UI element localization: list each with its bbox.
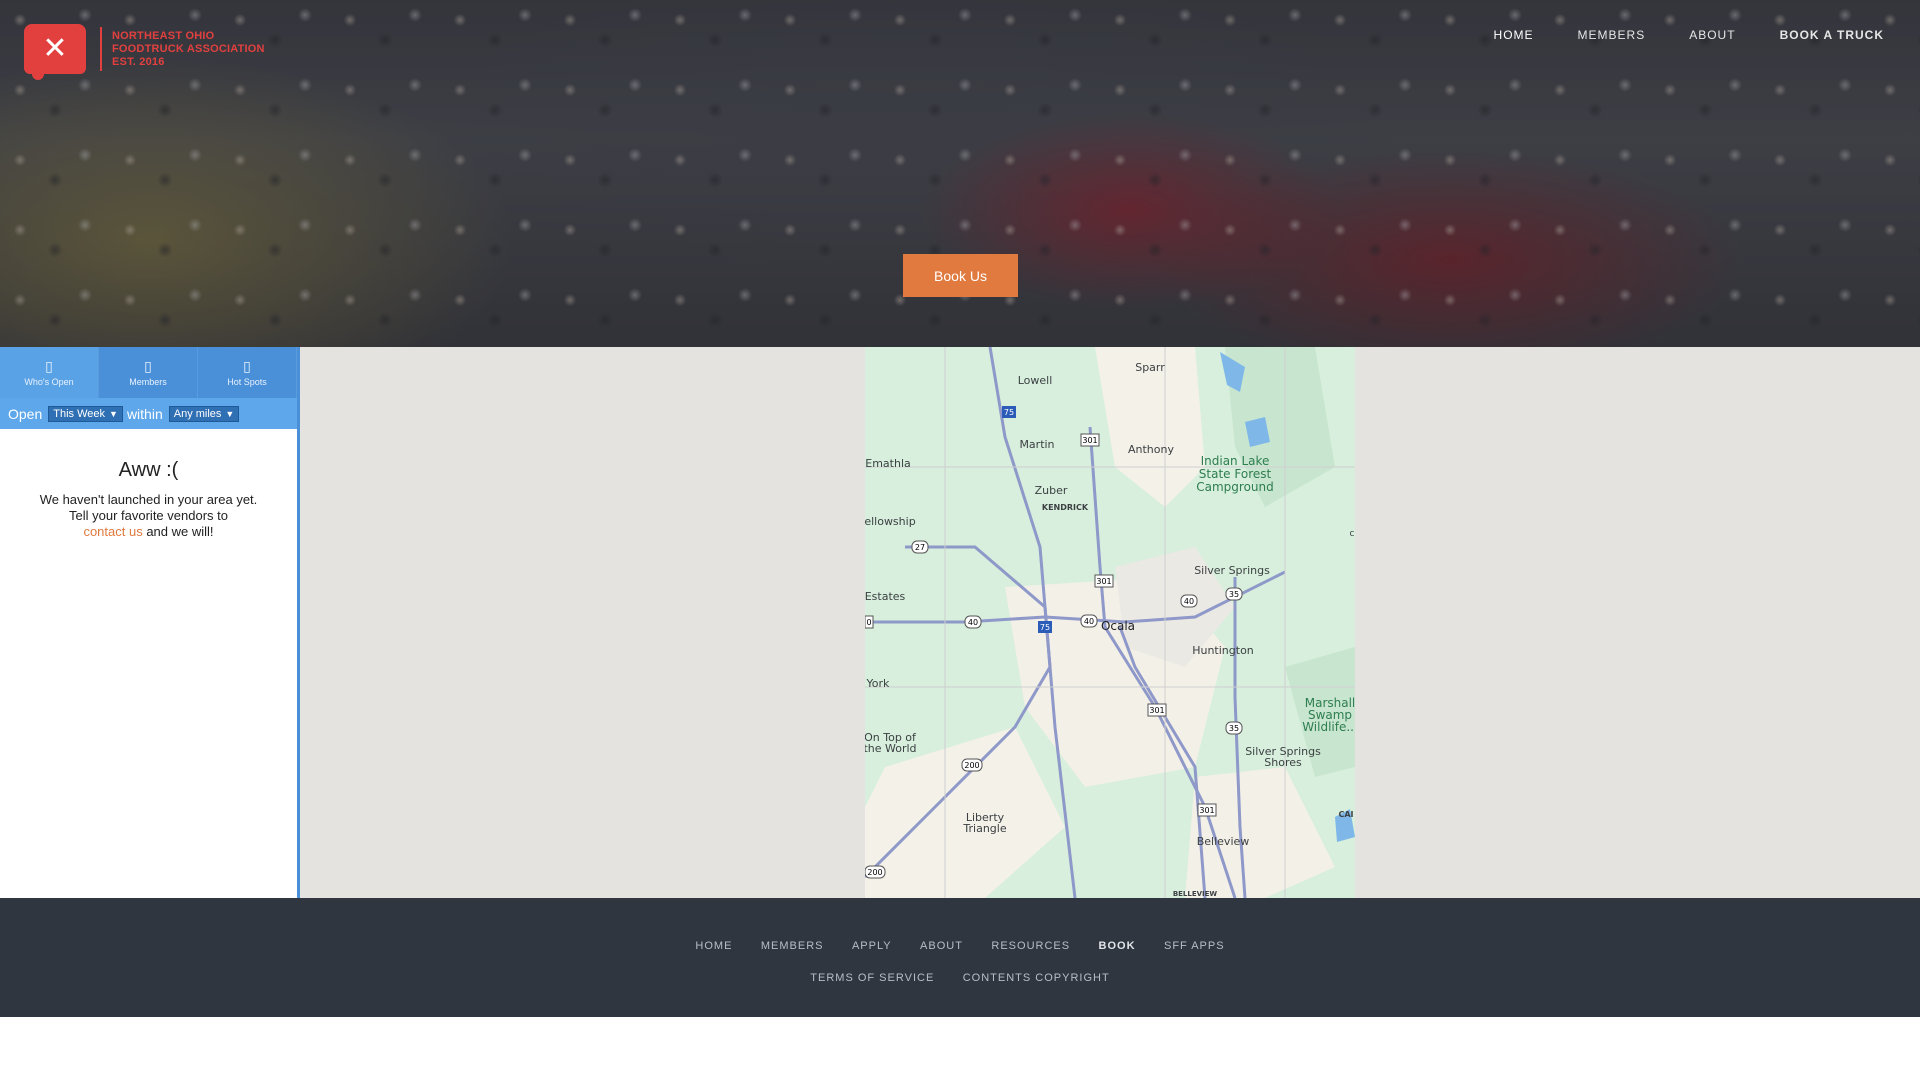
shield-40-b: 40 [1084,617,1094,626]
map-label-ss-shores-2: Shores [1264,756,1302,769]
map-label-york: York [866,677,891,690]
footer-nav: HOME MEMBERS APPLY ABOUT RESOURCES BOOK … [0,936,1920,954]
shield-40-a: 40 [968,618,978,627]
shield-75-a: 75 [1004,408,1014,417]
shield-edge: 0 [866,618,871,627]
map-tile[interactable]: 75 75 301 301 301 301 27 40 40 40 35 35 … [865,347,1355,898]
empty-message-line1: We haven't launched in your area yet. [39,492,258,507]
map-label-emathla: Emathla [865,457,911,470]
tab-whos-open[interactable]: ▯ Who's Open [0,347,99,398]
within-label: within [126,405,163,422]
nav-book-a-truck[interactable]: BOOK A TRUCK [1780,28,1884,42]
nav-home[interactable]: HOME [1494,28,1534,42]
period-select[interactable]: This Week ▼ [48,405,123,422]
map-label-sparr: Sparr [1135,361,1165,374]
shield-35-a: 35 [1229,590,1239,599]
contact-us-link[interactable]: contact us [83,524,142,539]
shield-35-b: 35 [1229,724,1239,733]
map-label-estates: Estates [865,590,906,603]
map-label-martin: Martin [1019,438,1054,451]
shield-75-b: 75 [1040,623,1050,632]
nav-members[interactable]: MEMBERS [1578,28,1646,42]
caret-down-icon: ▼ [225,408,235,419]
footer-link-apply[interactable]: APPLY [852,940,892,952]
map-label-huntington: Huntington [1192,644,1254,657]
footer-link-terms[interactable]: TERMS OF SERVICE [810,972,934,984]
finder-tabs: ▯ Who's Open ▯ Members ▯ Hot Spots [0,347,297,398]
empty-title: Aww :( [118,459,179,481]
finder-panel: ▯ Who's Open ▯ Members ▯ Hot Spots Open … [0,347,300,898]
brand-name: NORTHEAST OHIO FOODTRUCK ASSOCIATION EST… [112,29,265,68]
map-label-edge-c: c [1350,529,1355,539]
shield-301-a: 301 [1082,436,1097,445]
shield-301-d: 301 [1199,806,1214,815]
footer-link-members[interactable]: MEMBERS [761,940,824,952]
hero-banner: ✕ NORTHEAST OHIO FOODTRUCK ASSOCIATION E… [0,0,1920,347]
truck-icon: ▯ [144,357,152,374]
footer-legal: TERMS OF SERVICE CONTENTS COPYRIGHT [0,968,1920,986]
footer-link-copyright[interactable]: CONTENTS COPYRIGHT [963,972,1110,984]
book-us-button[interactable]: Book Us [903,254,1018,297]
map-label-zuber: Zuber [1035,484,1068,497]
map-label-indian-lake-3: Campground [1196,480,1274,494]
map-label-on-top-2: the World [865,742,917,755]
map-label-indian-lake-1: Indian Lake [1201,454,1270,468]
distance-select[interactable]: Any miles ▼ [168,405,240,422]
map-label-ocala: Ocala [1101,619,1135,633]
shield-301-b: 301 [1096,577,1111,586]
brand-logo[interactable]: ✕ NORTHEAST OHIO FOODTRUCK ASSOCIATION E… [24,24,265,80]
shield-200-a: 200 [964,761,979,770]
nav-about[interactable]: ABOUT [1689,28,1735,42]
map-label-silver-springs: Silver Springs [1194,564,1270,577]
open-label: Open [8,405,43,422]
footer-link-resources[interactable]: RESOURCES [991,940,1070,952]
footer-link-home[interactable]: HOME [695,940,732,952]
footer-link-sff-apps[interactable]: SFF APPS [1164,940,1225,952]
map-label-fellowship: ellowship [865,515,916,528]
caret-down-icon: ▼ [109,408,118,419]
shield-301-c: 301 [1149,706,1164,715]
map-label-indian-lake-2: State Forest [1199,467,1272,481]
footer-link-book[interactable]: BOOK [1099,940,1136,952]
map-label-belleview: Belleview [1197,835,1250,848]
shield-27: 27 [915,543,925,552]
map-label-liberty-2: Triangle [962,822,1006,835]
shield-40-c: 40 [1184,597,1194,606]
empty-state: Aww :( We haven't launched in your area … [0,459,297,540]
tab-members[interactable]: ▯ Members [99,347,198,398]
utensils-icon: ▯ [45,357,53,374]
empty-message-line3: contact us and we will! [83,524,214,539]
shield-200-b: 200 [867,868,882,877]
map-label-edge-cal: CAI [1338,810,1353,819]
map-pin-icon: ▯ [243,357,251,374]
map-label-anthony: Anthony [1128,443,1174,456]
food-truck-logo-icon: ✕ [24,24,86,80]
filter-bar: Open This Week ▼ within Any miles ▼ [0,398,297,429]
map-label-kendrick: KENDRICK [1042,503,1089,512]
map-label-belleview-caps: BELLEVIEW [1173,890,1218,898]
map-graphic: 75 75 301 301 301 301 27 40 40 40 35 35 … [865,347,1355,898]
tab-hot-spots[interactable]: ▯ Hot Spots [198,347,297,398]
empty-message-line2: Tell your favorite vendors to [69,508,228,523]
footer: HOME MEMBERS APPLY ABOUT RESOURCES BOOK … [0,898,1920,1017]
footer-link-about[interactable]: ABOUT [920,940,963,952]
map-label-marshall-3: Wildlife... [1302,720,1355,734]
map-label-lowell: Lowell [1018,374,1053,387]
main-nav: HOME MEMBERS ABOUT BOOK A TRUCK [1450,28,1884,42]
